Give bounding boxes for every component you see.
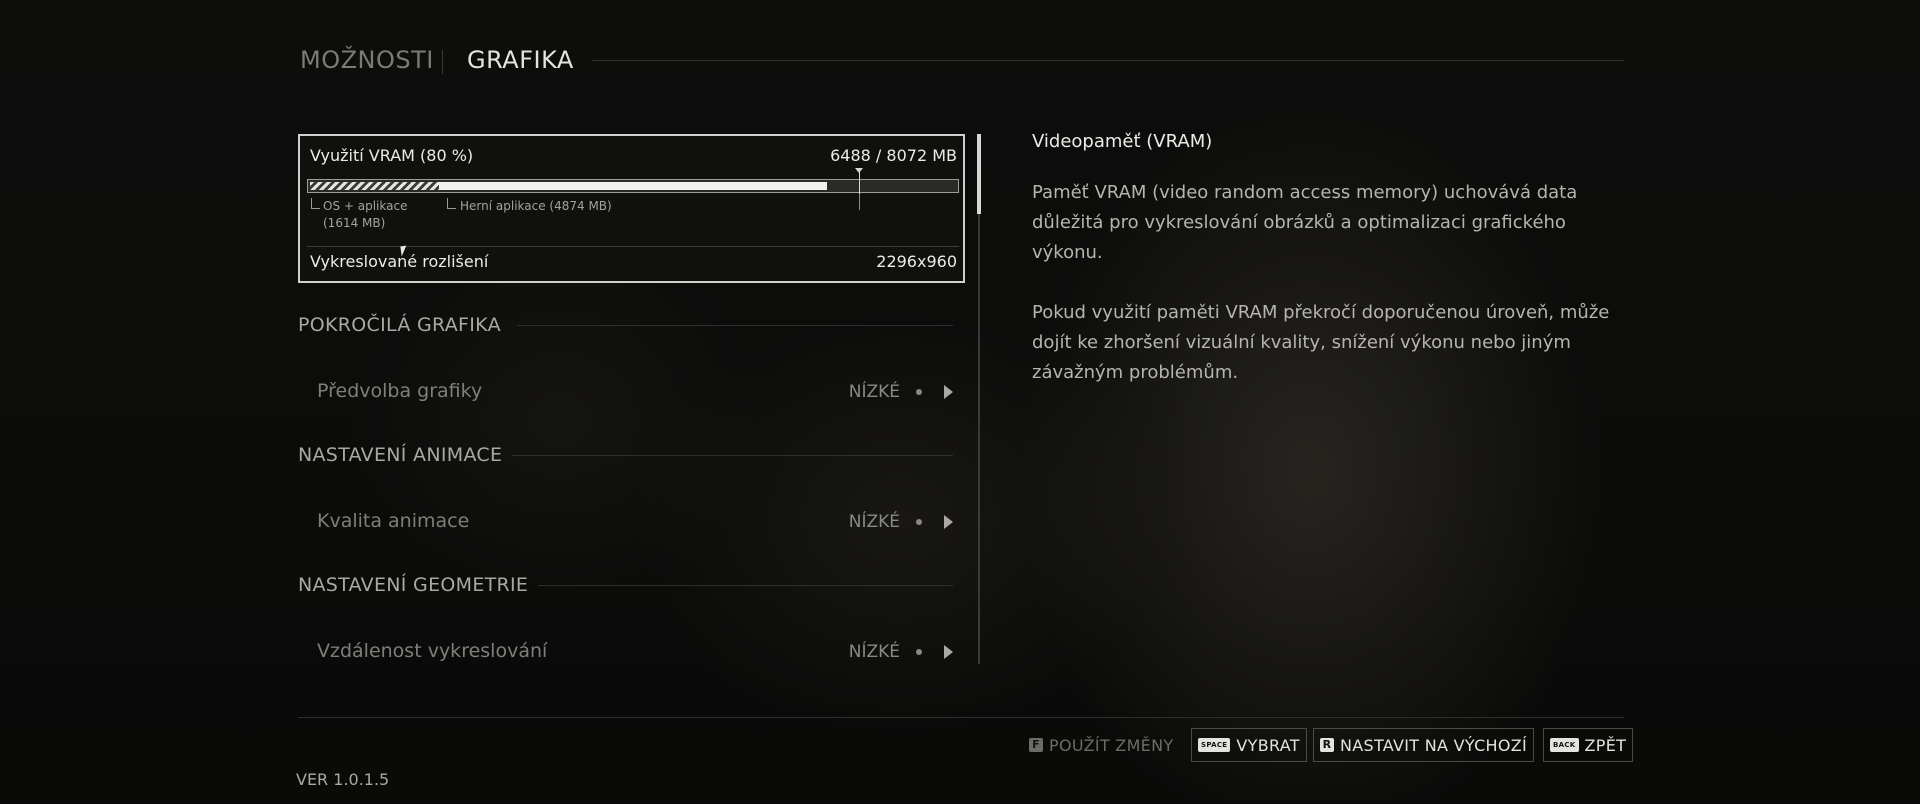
section-divider (538, 585, 953, 586)
os-legend-label: OS + aplikace (323, 199, 408, 213)
scrollbar-thumb[interactable] (977, 134, 981, 214)
setting-animation-quality-label[interactable]: Kvalita animace (317, 510, 469, 532)
vram-bar-game-segment (439, 182, 827, 190)
header-divider (592, 60, 1624, 61)
key-f-icon: F (1029, 738, 1043, 752)
arrow-right-icon[interactable] (944, 385, 953, 399)
vram-usage-label: Využití VRAM (80 %) (310, 146, 474, 165)
select-label: VYBRAT (1236, 735, 1300, 755)
reset-default-button[interactable]: R NASTAVIT NA VÝCHOZÍ (1313, 728, 1535, 762)
game-legend-label: Herní aplikace (4874 MB) (460, 199, 612, 213)
section-title-advanced-graphics: POKROČILÁ GRAFIKA (298, 314, 501, 336)
key-space-icon: SPACE (1198, 738, 1231, 752)
mouse-cursor-icon (400, 245, 408, 257)
tab-separator (442, 50, 443, 74)
background-scene (0, 0, 1920, 804)
option-indicator-dot (916, 519, 922, 525)
section-divider (512, 455, 953, 456)
version-label: VER 1.0.1.5 (296, 770, 390, 789)
section-title-geometry: NASTAVENÍ GEOMETRIE (298, 574, 529, 596)
game-legend-bracket (447, 198, 456, 209)
description-paragraph-2: Pokud využití paměti VRAM překročí dopor… (1032, 302, 1610, 383)
tab-grafika[interactable]: GRAFIKA (467, 46, 574, 74)
key-back-icon: BACK (1550, 738, 1579, 752)
section-title-animation: NASTAVENÍ ANIMACE (298, 444, 503, 466)
description-title: Videopaměť (VRAM) (1032, 131, 1213, 152)
option-indicator-dot (916, 649, 922, 655)
arrow-right-icon[interactable] (944, 515, 953, 529)
select-button[interactable]: SPACE VYBRAT (1191, 728, 1307, 762)
vram-recommended-marker (859, 170, 860, 194)
description-paragraph-1: Paměť VRAM (video random access memory) … (1032, 182, 1578, 263)
option-indicator-dot (916, 389, 922, 395)
os-legend-size: (1614 MB) (323, 216, 386, 230)
vram-bar-os-segment (310, 182, 439, 190)
setting-graphics-preset-value[interactable]: NÍZKÉ (800, 382, 900, 402)
section-divider (517, 325, 953, 326)
os-legend-bracket (311, 198, 320, 209)
tab-moznosti[interactable]: MOŽNOSTI (300, 46, 434, 74)
render-resolution-label: Vykreslované rozlišení (310, 252, 489, 271)
vram-usage-value: 6488 / 8072 MB (830, 146, 957, 165)
setting-animation-quality-value[interactable]: NÍZKÉ (800, 512, 900, 532)
footer-divider (298, 717, 1624, 718)
setting-graphics-preset-label[interactable]: Předvolba grafiky (317, 380, 482, 402)
back-button[interactable]: BACK ZPĚT (1543, 728, 1634, 762)
apply-changes-button[interactable]: F POUŽÍT ZMĚNY (1022, 728, 1180, 762)
back-label: ZPĚT (1584, 735, 1627, 755)
arrow-right-icon[interactable] (944, 645, 953, 659)
setting-draw-distance-label[interactable]: Vzdálenost vykreslování (317, 640, 547, 662)
key-r-icon: R (1320, 738, 1334, 752)
vram-recommended-marker-tail (859, 194, 860, 210)
reset-default-label: NASTAVIT NA VÝCHOZÍ (1340, 735, 1528, 755)
setting-draw-distance-value[interactable]: NÍZKÉ (800, 642, 900, 662)
apply-changes-label: POUŽÍT ZMĚNY (1049, 735, 1174, 755)
render-resolution-value: 2296x960 (876, 252, 957, 271)
